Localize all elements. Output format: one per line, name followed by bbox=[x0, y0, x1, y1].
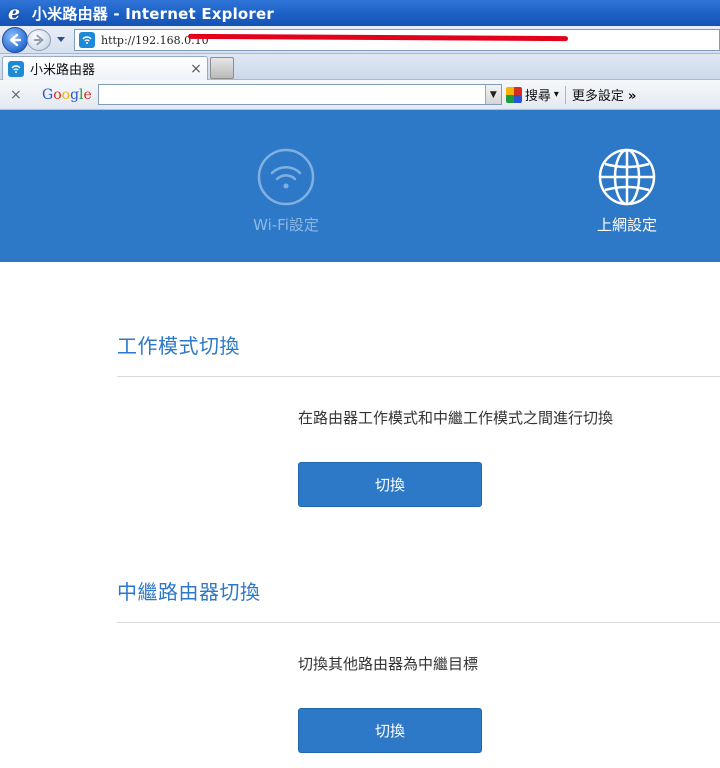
wifi-icon bbox=[82, 36, 92, 44]
tab-label: 小米路由器 bbox=[30, 63, 96, 78]
wifi-icon bbox=[11, 64, 21, 73]
history-dropdown-button[interactable] bbox=[55, 34, 67, 46]
section-title-relay-router: 中繼路由器切換 bbox=[117, 580, 261, 604]
section-description: 在路由器工作模式和中繼工作模式之間進行切換 bbox=[298, 409, 614, 427]
nav-label: 上網設定 bbox=[596, 216, 657, 234]
wifi-icon bbox=[257, 148, 315, 206]
toolbar-separator bbox=[564, 85, 566, 104]
section-divider bbox=[117, 376, 720, 377]
arrow-left-icon bbox=[9, 33, 22, 47]
site-favicon bbox=[79, 32, 95, 48]
google-search-button[interactable]: 搜尋 ▾ bbox=[505, 85, 559, 104]
tab-favicon bbox=[8, 60, 24, 77]
address-bar: http://192.168.0.10 bbox=[0, 26, 720, 54]
router-header: Wi-Fi設定 上網設定 bbox=[0, 110, 720, 262]
nav-label: Wi-Fi設定 bbox=[253, 216, 319, 234]
more-settings-button[interactable]: 更多設定 » bbox=[572, 85, 637, 104]
google-search-input[interactable]: ▼ bbox=[97, 84, 502, 105]
google-toolbar: × Google ▼ 搜尋 ▾ 更多設定 » bbox=[0, 80, 720, 110]
window-title: 小米路由器 - Internet Explorer bbox=[32, 4, 274, 23]
switch-relay-router-button[interactable]: 切換 bbox=[298, 708, 482, 753]
switch-work-mode-button[interactable]: 切換 bbox=[298, 462, 482, 507]
nav-wifi-settings[interactable]: Wi-Fi設定 bbox=[206, 110, 366, 262]
google-search-icon bbox=[505, 86, 522, 103]
section-divider bbox=[117, 622, 720, 623]
section-title-work-mode: 工作模式切換 bbox=[117, 334, 240, 358]
forward-button[interactable] bbox=[27, 29, 51, 51]
globe-icon bbox=[598, 148, 656, 206]
google-logo: Google bbox=[42, 86, 92, 103]
section-description: 切換其他路由器為中繼目標 bbox=[298, 655, 479, 673]
back-button[interactable] bbox=[2, 27, 28, 53]
toolbar-close-button[interactable]: × bbox=[10, 87, 32, 103]
internet-explorer-icon: e bbox=[7, 2, 21, 24]
search-history-dropdown[interactable]: ▼ bbox=[484, 85, 501, 104]
arrow-right-icon bbox=[33, 34, 44, 46]
tab-bar: 小米路由器 × bbox=[0, 54, 720, 80]
new-tab-button[interactable] bbox=[210, 57, 234, 79]
tab-close-button[interactable]: × bbox=[189, 61, 203, 77]
chevron-down-icon bbox=[57, 37, 65, 42]
nav-internet-settings[interactable]: 上網設定 bbox=[547, 110, 707, 262]
tab-xiaomi-router[interactable]: 小米路由器 × bbox=[2, 56, 208, 80]
window-title-bar: e 小米路由器 - Internet Explorer bbox=[0, 0, 720, 26]
